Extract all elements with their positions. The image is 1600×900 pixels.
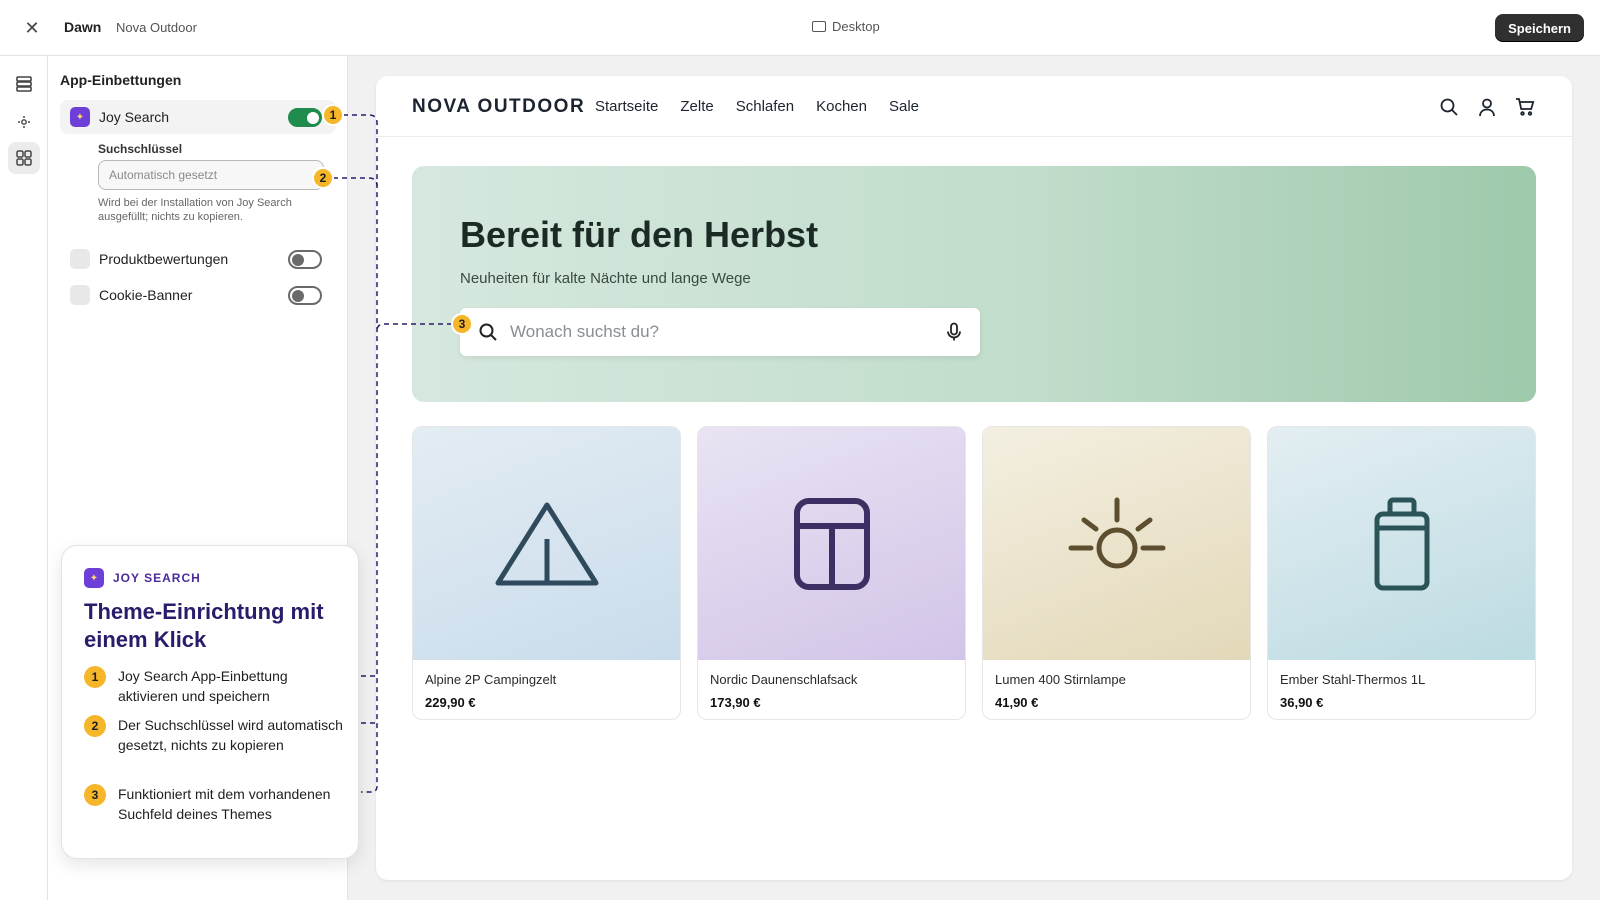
store-search-bar[interactable]	[460, 308, 980, 356]
cookie-banner-app-icon	[70, 285, 90, 305]
storefront-preview: NOVA OUTDOOR Startseite Zelte Schlafen K…	[376, 76, 1572, 880]
embed-label: Cookie-Banner	[99, 287, 193, 303]
callout-brand: ✦ JOY SEARCH	[84, 568, 201, 588]
sleeping-bag-icon	[793, 497, 870, 590]
callout-title: Theme-Einrichtung mit einem Klick	[84, 599, 324, 652]
reviews-app-icon	[70, 249, 90, 269]
store-search-input[interactable]	[510, 322, 930, 342]
step-badge-1: 1	[322, 104, 344, 126]
app-embeds-icon[interactable]	[8, 142, 40, 174]
product-price: 36,90 €	[1280, 695, 1324, 710]
callout-brand-text: JOY SEARCH	[113, 571, 201, 585]
tent-icon	[495, 502, 598, 585]
product-name: Lumen 400 Stirnlampe	[995, 672, 1126, 687]
embed-row-cookie-banner[interactable]: Cookie-Banner	[60, 278, 336, 312]
thermos-icon	[1374, 497, 1429, 590]
hero-title: Bereit für den Herbst	[460, 214, 819, 255]
step-number: 2	[84, 715, 106, 737]
device-selector[interactable]: Desktop	[812, 19, 880, 34]
step-text: Funktioniert mit dem vorhandenen Suchfel…	[118, 786, 331, 822]
step-badge-2: 2	[312, 167, 334, 189]
account-icon[interactable]	[1476, 96, 1498, 118]
product-name: Alpine 2P Campingzelt	[425, 672, 557, 687]
store-header-icons	[1438, 96, 1536, 118]
step-badge-3: 3	[451, 313, 473, 335]
search-key-input[interactable]	[98, 160, 324, 190]
search-key-label: Suchschlüssel	[98, 142, 183, 156]
product-name: Ember Stahl-Thermos 1L	[1280, 672, 1426, 687]
joy-search-toggle[interactable]	[288, 108, 322, 127]
product-price: 41,90 €	[995, 695, 1039, 710]
callout-step-3: 3 Funktioniert mit dem vorhandenen Suchf…	[84, 784, 344, 824]
step-text: Joy Search App-Einbettung aktivieren und…	[118, 668, 288, 704]
callout-step-2: 2 Der Suchschlüssel wird automatisch ges…	[84, 715, 344, 755]
product-card[interactable]: Lumen 400 Stirnlampe 41,90 €	[982, 426, 1251, 720]
cookie-banner-toggle[interactable]	[288, 286, 322, 305]
nav-schlafen[interactable]: Schlafen	[736, 98, 794, 115]
product-image	[413, 427, 680, 660]
joy-search-callout: ✦ JOY SEARCH Theme-Einrichtung mit einem…	[61, 545, 359, 859]
desktop-icon	[812, 21, 826, 32]
embed-row-reviews[interactable]: Produktbewertungen	[60, 242, 336, 276]
store-nav: Startseite Zelte Schlafen Kochen Sale	[595, 98, 919, 115]
hero-subtitle: Neuheiten für kalte Nächte und lange Weg…	[460, 270, 751, 287]
joy-search-logo-icon: ✦	[84, 568, 104, 588]
panel-title: App-Einbettungen	[60, 72, 182, 88]
theme-name: Dawn	[64, 19, 102, 35]
hero-banner: Bereit für den Herbst Neuheiten für kalt…	[412, 166, 1536, 402]
search-icon	[478, 322, 498, 342]
reviews-toggle[interactable]	[288, 250, 322, 269]
product-card[interactable]: Ember Stahl-Thermos 1L 36,90 €	[1267, 426, 1536, 720]
product-price: 229,90 €	[425, 695, 476, 710]
nav-startseite[interactable]: Startseite	[595, 98, 658, 115]
theme-settings-icon[interactable]	[8, 106, 40, 138]
callout-step-1: 1 Joy Search App-Einbettung aktivieren u…	[84, 666, 344, 706]
embed-label: Joy Search	[99, 109, 170, 125]
device-label: Desktop	[832, 19, 880, 34]
product-image	[983, 427, 1250, 660]
product-grid: Alpine 2P Campingzelt 229,90 € Nordic Da…	[412, 426, 1536, 720]
store-logo[interactable]: NOVA OUTDOOR	[412, 96, 585, 118]
product-card[interactable]: Nordic Daunenschlafsack 173,90 €	[697, 426, 966, 720]
nav-kochen[interactable]: Kochen	[816, 98, 867, 115]
nav-zelte[interactable]: Zelte	[680, 98, 713, 115]
editor-topbar: ✕ Dawn Nova Outdoor Desktop Speichern	[0, 0, 1600, 56]
product-image	[698, 427, 965, 660]
search-key-help: Wird bei der Installation von Joy Search…	[98, 197, 292, 223]
cart-icon[interactable]	[1514, 96, 1536, 118]
nav-sale[interactable]: Sale	[889, 98, 919, 115]
microphone-icon[interactable]	[946, 322, 962, 342]
close-icon[interactable]: ✕	[22, 18, 42, 38]
embed-label: Produktbewertungen	[99, 251, 229, 267]
product-name: Nordic Daunenschlafsack	[710, 672, 858, 687]
search-icon[interactable]	[1438, 96, 1460, 118]
step-text: Der Suchschlüssel wird automatisch geset…	[118, 717, 343, 753]
save-button[interactable]: Speichern	[1495, 14, 1584, 42]
icon-rail	[0, 56, 48, 900]
store-name: Nova Outdoor	[116, 20, 197, 35]
step-number: 1	[84, 666, 106, 688]
store-header: NOVA OUTDOOR Startseite Zelte Schlafen K…	[376, 76, 1572, 137]
sections-icon[interactable]	[8, 68, 40, 100]
product-price: 173,90 €	[710, 695, 761, 710]
joy-search-app-icon: ✦	[70, 107, 90, 127]
step-number: 3	[84, 784, 106, 806]
product-image	[1268, 427, 1535, 660]
lamp-icon	[1068, 497, 1165, 568]
product-card[interactable]: Alpine 2P Campingzelt 229,90 €	[412, 426, 681, 720]
embed-row-joy-search[interactable]: ✦ Joy Search	[60, 100, 336, 134]
